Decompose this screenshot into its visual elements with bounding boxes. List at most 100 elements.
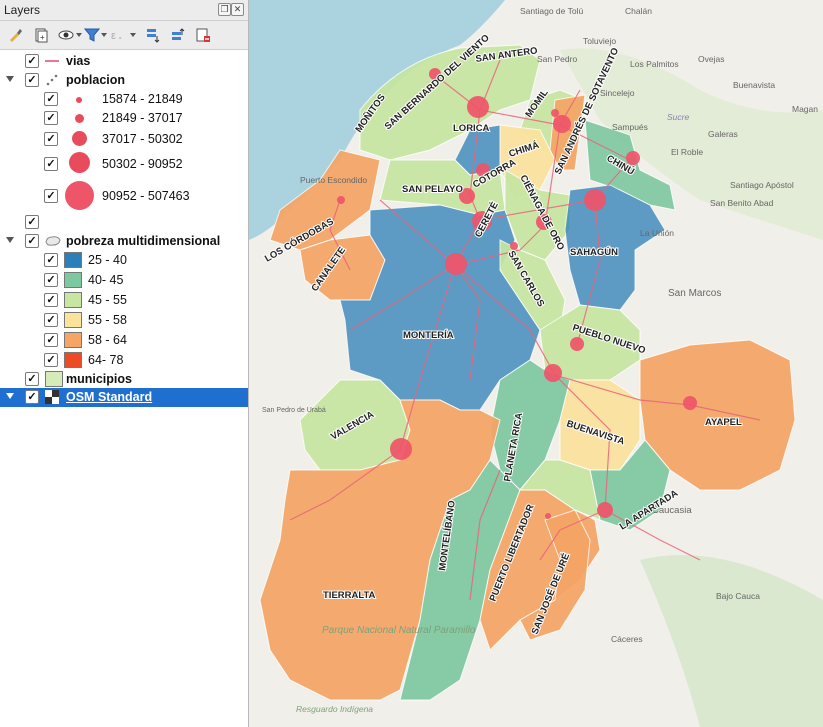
expand-arrow-icon[interactable] (6, 76, 14, 82)
layer-row-unnamed[interactable]: ✓ (0, 213, 248, 232)
place-label: El Roble (671, 147, 703, 157)
place-label: Cáceres (611, 634, 643, 644)
place-label: San Pedro (537, 54, 577, 64)
municipio-label: SAN PELAYO (402, 184, 463, 195)
legend-class-row[interactable]: ✓ 21849 - 37017 (0, 109, 248, 128)
legend-class-row[interactable]: ✓ 64- 78 (0, 351, 248, 370)
layer-row-osm[interactable]: ✓ OSM Standard (0, 388, 248, 407)
legend-class-row[interactable]: ✓ 15874 - 21849 (0, 90, 248, 109)
circle-symbol-icon (65, 181, 94, 210)
layer-checkbox-pobreza[interactable]: ✓ (25, 234, 39, 248)
layer-tree: ✓ vias ✓ poblacion ✓ 15874 - 21849 ✓ 218… (0, 50, 248, 727)
place-label: Ovejas (698, 54, 724, 64)
expression-dropdown-icon[interactable] (130, 33, 136, 37)
place-label: Los Palmitos (630, 59, 679, 69)
class-label: 55 - 58 (88, 313, 127, 327)
layer-checkbox-poblacion[interactable]: ✓ (25, 73, 39, 87)
close-panel-button[interactable]: ✕ (231, 3, 244, 16)
class-checkbox[interactable]: ✓ (44, 189, 58, 203)
class-label: 50302 - 90952 (102, 157, 183, 171)
legend-class-row[interactable]: ✓ 25 - 40 (0, 251, 248, 270)
class-checkbox[interactable]: ✓ (44, 333, 58, 347)
layer-label-municipios: municipios (66, 372, 132, 386)
remove-layer-icon[interactable] (195, 27, 211, 43)
class-label: 21849 - 37017 (102, 111, 183, 125)
municipio-label: MONTERÍA (403, 330, 454, 341)
svg-text:∘: ∘ (118, 35, 122, 42)
visibility-eye-icon[interactable] (58, 27, 74, 43)
layer-label-pobreza: pobreza multidimensional (66, 234, 221, 248)
class-label: 37017 - 50302 (102, 132, 183, 146)
filter-icon[interactable] (84, 27, 100, 43)
layer-checkbox-vias[interactable]: ✓ (25, 54, 39, 68)
filter-dropdown-icon[interactable] (101, 33, 107, 37)
add-group-icon[interactable]: + (33, 27, 49, 43)
municipio-label: AYAPEL (705, 417, 742, 428)
class-checkbox[interactable]: ✓ (44, 92, 58, 106)
municipio-label: TIERRALTA (323, 590, 376, 601)
place-label: Sincelejo (600, 88, 635, 98)
class-checkbox[interactable]: ✓ (44, 111, 58, 125)
float-panel-button[interactable]: ❐ (218, 3, 231, 16)
legend-class-row[interactable]: ✓ 58 - 64 (0, 331, 248, 350)
place-label: San Marcos (668, 288, 721, 299)
legend-class-row[interactable]: ✓ 90952 - 507463 (0, 181, 248, 210)
legend-class-row[interactable]: ✓ 50302 - 90952 (0, 152, 248, 174)
collapse-all-icon[interactable] (170, 27, 186, 43)
map-svg[interactable]: Santiago de Tolú Chalán Toluviejo Los Pa… (249, 0, 823, 727)
circle-symbol-icon (69, 152, 90, 173)
land-cover (640, 555, 823, 727)
legend-class-row[interactable]: ✓ 37017 - 50302 (0, 130, 248, 149)
layer-row-poblacion[interactable]: ✓ poblacion (0, 71, 248, 90)
class-checkbox[interactable]: ✓ (44, 253, 58, 267)
place-label: Puerto Escondido (300, 175, 367, 185)
layer-checkbox-unnamed[interactable]: ✓ (25, 215, 39, 229)
svg-text:+: + (40, 33, 45, 42)
layers-panel-header: Layers ❐ ✕ (0, 0, 248, 21)
place-label: Sucre (667, 112, 689, 122)
layer-row-vias[interactable]: ✓ vias (0, 52, 248, 71)
expand-arrow-icon[interactable] (6, 237, 14, 243)
legend-class-row[interactable]: ✓ 40- 45 (0, 271, 248, 290)
layer-row-pobreza[interactable]: ✓ pobreza multidimensional (0, 232, 248, 251)
expand-all-icon[interactable] (145, 27, 161, 43)
layer-checkbox-osm[interactable]: ✓ (25, 390, 39, 404)
place-label: San Benito Abad (710, 198, 774, 208)
class-label: 45 - 55 (88, 293, 127, 307)
point-layer-icon (46, 74, 58, 86)
layer-row-municipios[interactable]: ✓ municipios (0, 370, 248, 389)
place-label: San Pedro de Urabá (262, 407, 326, 414)
place-label: Bajo Cauca (716, 591, 760, 601)
place-label: Santiago de Tolú (520, 6, 583, 16)
legend-class-row[interactable]: ✓ 55 - 58 (0, 311, 248, 330)
place-label: Toluviejo (583, 36, 616, 46)
class-checkbox[interactable]: ✓ (44, 132, 58, 146)
map-canvas[interactable]: Santiago de Tolú Chalán Toluviejo Los Pa… (249, 0, 823, 727)
place-label: Resguardo Indígena (296, 704, 373, 714)
color-swatch (64, 272, 82, 288)
class-checkbox[interactable]: ✓ (44, 273, 58, 287)
svg-text:ε: ε (111, 30, 116, 42)
class-checkbox[interactable]: ✓ (44, 293, 58, 307)
expand-arrow-icon[interactable] (6, 393, 14, 399)
line-symbol-icon (45, 60, 59, 62)
municipio-label: LORICA (453, 123, 490, 134)
layer-checkbox-municipios[interactable]: ✓ (25, 372, 39, 386)
layers-toolbar: + ε ∘ (0, 21, 248, 50)
class-checkbox[interactable]: ✓ (44, 353, 58, 367)
layer-label-osm: OSM Standard (66, 390, 153, 404)
expression-filter-icon[interactable]: ε ∘ (110, 27, 126, 43)
class-checkbox[interactable]: ✓ (44, 157, 58, 171)
class-label: 40- 45 (88, 273, 124, 287)
class-checkbox[interactable]: ✓ (44, 313, 58, 327)
layers-panel-title: Layers (4, 3, 41, 17)
style-manager-icon[interactable] (7, 27, 23, 43)
color-swatch (64, 292, 82, 308)
park-label: Parque Nacional Natural Paramillo (322, 625, 476, 636)
legend-class-row[interactable]: ✓ 45 - 55 (0, 291, 248, 310)
municipio-label: SAHAGÚN (570, 246, 618, 258)
class-label: 25 - 40 (88, 253, 127, 267)
color-swatch (64, 352, 82, 368)
layers-panel: Layers ❐ ✕ + ε ∘ ✓ vias ✓ poblacion ✓ 15… (0, 0, 249, 727)
visibility-dropdown-icon[interactable] (76, 33, 82, 37)
